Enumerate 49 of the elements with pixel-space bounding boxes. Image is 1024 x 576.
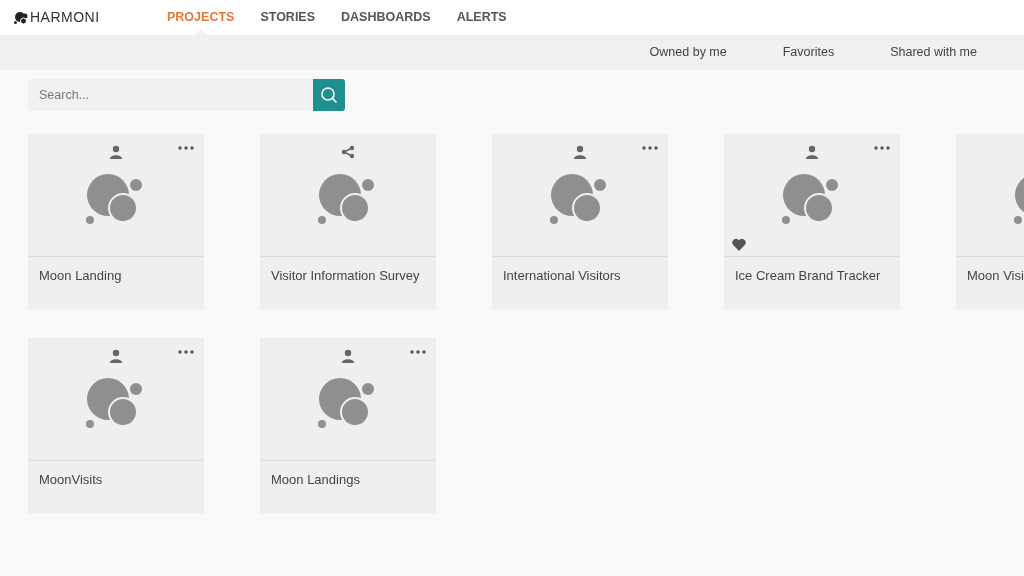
more-icon — [642, 146, 658, 150]
project-card[interactable]: Moon Landing — [28, 134, 204, 309]
nav-tab[interactable]: DASHBOARDS — [341, 0, 431, 35]
project-card[interactable]: Ice Cream Brand Tracker — [724, 134, 900, 309]
nav-tab[interactable]: STORIES — [260, 0, 316, 35]
person-icon — [341, 349, 355, 363]
more-options-button[interactable] — [408, 348, 428, 356]
project-logo-icon — [86, 174, 144, 226]
project-title: Visitor Information Survey — [270, 267, 421, 285]
logo-icon — [14, 11, 28, 24]
more-options-button[interactable] — [640, 144, 660, 152]
more-icon — [178, 350, 194, 354]
project-card[interactable]: MoonVisits — [28, 338, 204, 513]
project-logo-icon — [550, 174, 608, 226]
project-logo-icon — [86, 378, 144, 430]
more-options-button[interactable] — [176, 144, 196, 152]
search-field[interactable]: Search... — [28, 79, 313, 111]
person-icon — [109, 145, 123, 159]
project-logo-icon — [318, 174, 376, 226]
more-icon — [874, 146, 890, 150]
project-card[interactable]: International Visitors — [492, 134, 668, 309]
search-button[interactable] — [313, 79, 345, 111]
project-title: Moon Landings — [270, 471, 361, 489]
filter-link[interactable]: Favorites — [782, 43, 835, 62]
person-icon — [109, 349, 123, 363]
more-icon — [410, 350, 426, 354]
person-icon — [805, 145, 819, 159]
filter-link[interactable]: Owned by me — [649, 43, 727, 62]
project-title: Moon Landing — [38, 267, 123, 285]
project-title: International Visitors — [502, 267, 622, 285]
project-card[interactable]: Moon Visi — [956, 134, 1024, 309]
filter-link[interactable]: Shared with me — [890, 43, 977, 62]
project-card[interactable]: Moon Landings — [260, 338, 436, 513]
project-title: Ice Cream Brand Tracker — [734, 267, 882, 285]
more-options-button[interactable] — [872, 144, 892, 152]
project-logo-icon — [782, 174, 840, 226]
heart-icon[interactable] — [732, 238, 746, 251]
more-options-button[interactable] — [176, 348, 196, 356]
search-icon — [320, 86, 338, 104]
project-title: Moon Visi — [966, 267, 1024, 285]
project-title: MoonVisits — [38, 471, 104, 489]
brand-logo[interactable]: HARMONI — [14, 7, 154, 28]
person-icon — [573, 145, 587, 159]
share-icon — [341, 145, 355, 159]
brand-name: HARMONI — [30, 8, 100, 27]
nav-tab[interactable]: ALERTS — [456, 0, 507, 35]
project-logo-icon — [318, 378, 376, 430]
more-icon — [178, 146, 194, 150]
project-card[interactable]: Visitor Information Survey — [260, 134, 436, 309]
